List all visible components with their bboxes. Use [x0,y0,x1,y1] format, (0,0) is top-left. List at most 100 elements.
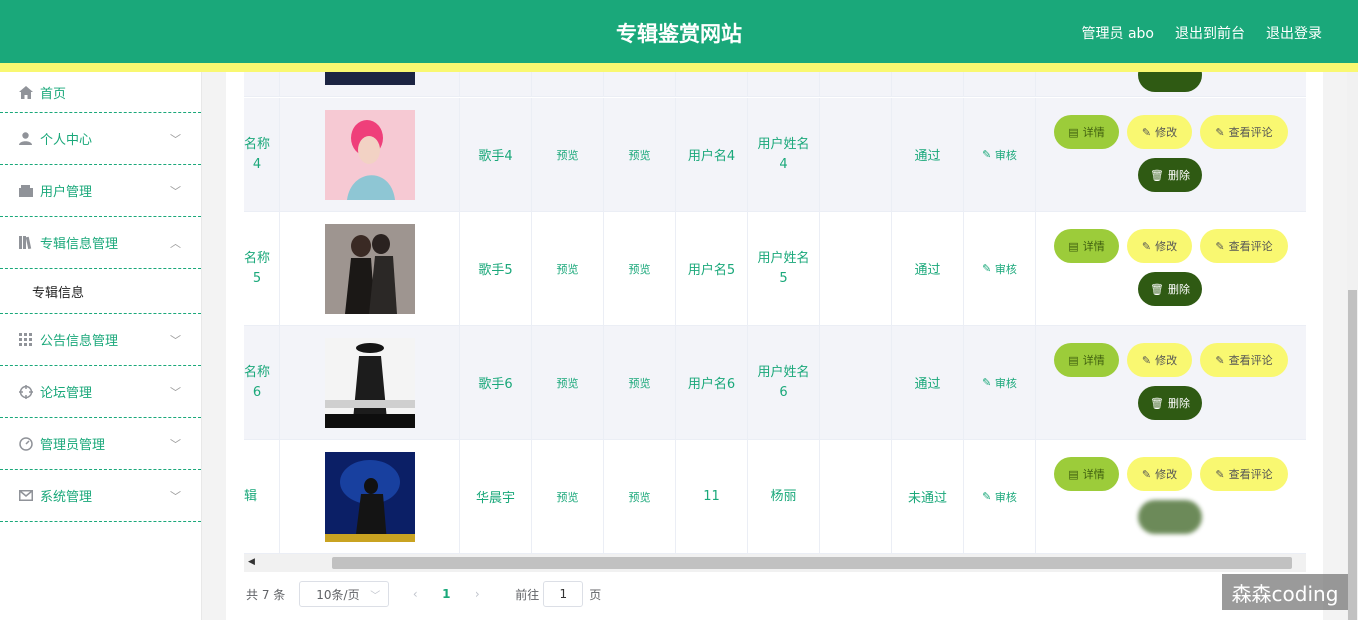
header-stripe [0,63,1358,72]
audit-link[interactable]: ✎ 审核 [964,212,1036,325]
detail-button[interactable]: ▤ 详情 [1054,457,1119,491]
delete-button[interactable] [1138,72,1202,92]
edit-icon: ✎ [1141,125,1152,139]
status-cell: 未通过 [892,440,964,553]
album-name-cell: 名称 6 [244,326,280,439]
preview-link[interactable]: 预览 [604,440,676,553]
sidebar-subitem-album-info[interactable]: 专辑信息 [0,269,201,314]
audit-link[interactable]: ✎ 审核 [964,326,1036,439]
sidebar-item-album-management[interactable]: 专辑信息管理 ︿ [0,217,201,269]
table-row: 名称 6 歌手6 预览 预览 用户名6 用户姓名 6 通过 ✎ 审核 ▤详情 [244,326,1306,440]
vertical-scrollbar[interactable] [1347,72,1358,620]
sidebar-item-label: 个人中心 [40,133,93,148]
sidebar-item-system-management[interactable]: 系统管理 ﹀ [0,470,201,522]
delete-button[interactable] [1138,500,1202,534]
chevron-down-icon: ﹀ [170,385,181,399]
scrollbar-thumb[interactable] [332,557,1292,569]
preview-link[interactable]: 预览 [532,326,604,439]
view-comments-button[interactable]: ✎ 查看评论 [1200,343,1288,377]
header-links: 管理员 abo 退出到前台 退出登录 [1082,23,1322,43]
album-cover-image [324,337,415,428]
audit-link[interactable]: ✎ 审核 [964,98,1036,211]
admin-user-label[interactable]: 管理员 abo [1082,23,1154,43]
page-size-select[interactable]: 10条/页 ﹀ [299,581,390,607]
scrollbar-thumb[interactable] [1348,290,1357,620]
singer-cell: 歌手4 [460,98,532,211]
preview-link[interactable]: 预览 [604,98,676,211]
status-cell: 通过 [892,212,964,325]
audit-link[interactable]: ✎ 审核 [964,440,1036,553]
edit-icon: ✎ [982,262,995,275]
status-cell: 通过 [892,326,964,439]
document-icon: ▤ [1068,353,1079,367]
view-comments-button[interactable]: ✎ 查看评论 [1200,115,1288,149]
page-number[interactable]: 1 [433,587,459,601]
watermark: 森森coding [1222,574,1348,610]
edit-button[interactable]: ✎ 修改 [1127,343,1192,377]
singer-cell: 歌手6 [460,326,532,439]
logout-link[interactable]: 退出登录 [1266,23,1322,43]
goto-label: 前往 [515,587,540,602]
sidebar-item-label: 公告信息管理 [40,334,119,349]
delete-button[interactable]: 🗑 删除 [1138,272,1202,306]
delete-button[interactable]: 🗑 删除 [1138,158,1202,192]
username-cell: 用户名4 [676,98,748,211]
trash-icon: 🗑 [1150,168,1164,182]
sidebar-item-forum-management[interactable]: 论坛管理 ﹀ [0,366,201,418]
edit-icon: ✎ [982,148,995,161]
album-cover-image [324,451,415,542]
sidebar-item-notice-management[interactable]: 公告信息管理 ﹀ [0,314,201,366]
prev-page-icon[interactable]: ‹ [397,587,433,601]
realname-cell: 杨丽 [748,440,820,553]
scroll-left-icon[interactable]: ◀ [248,557,255,567]
view-comments-button[interactable]: ✎ 查看评论 [1200,229,1288,263]
chevron-up-icon: ︿ [170,236,181,250]
detail-button[interactable]: ▤ 详情 [1054,229,1119,263]
sidebar-item-home[interactable]: 首页 [0,72,201,113]
preview-link[interactable]: 预览 [532,98,604,211]
sidebar-item-label: 首页 [40,86,67,102]
detail-button[interactable]: ▤ 详情 [1054,115,1119,149]
document-icon: ▤ [1068,467,1079,481]
user-icon [18,131,33,146]
sidebar-item-label: 专辑信息管理 [40,237,119,252]
album-name-cell: 辑 [244,440,280,553]
edit-button[interactable]: ✎ 修改 [1127,115,1192,149]
preview-link[interactable]: 预览 [604,326,676,439]
library-icon [18,235,33,250]
preview-link[interactable]: 预览 [532,212,604,325]
table-row: 名称 5 歌手5 预览 预览 用户名5 用户姓名 5 通过 ✎ 审核 ▤详情 [244,212,1306,326]
sidebar-item-label: 用户管理 [40,185,93,200]
next-page-icon[interactable]: › [459,587,495,601]
chevron-down-icon: ﹀ [370,590,381,602]
top-header: 专辑鉴赏网站 管理员 abo 退出到前台 退出登录 [0,0,1358,63]
realname-cell: 用户姓名 5 [748,212,820,325]
delete-button[interactable]: 🗑 删除 [1138,386,1202,420]
sidebar-item-personal-center[interactable]: 个人中心 ﹀ [0,113,201,165]
total-count: 共 7 条 [246,587,286,602]
username-cell: 用户名5 [676,212,748,325]
target-icon [18,384,33,399]
preview-link[interactable]: 预览 [532,440,604,553]
exit-to-front-link[interactable]: 退出到前台 [1175,23,1245,43]
edit-icon: ✎ [1141,467,1152,481]
edit-icon: ✎ [1215,239,1225,253]
album-table: 名称 4 歌手4 预览 预览 用户名4 用户姓名 4 通过 ✎ 审核 ▤详情 [244,72,1306,554]
album-name-cell: 名称 5 [244,212,280,325]
pagination: 共 7 条 10条/页 ﹀ ‹ 1 › 前往 1 页 [246,581,601,607]
sidebar-item-user-management[interactable]: 用户管理 ﹀ [0,165,201,217]
view-comments-button[interactable]: ✎ 查看评论 [1200,457,1288,491]
gauge-icon [18,436,33,451]
edit-button[interactable]: ✎ 修改 [1127,457,1192,491]
album-cover-image [324,72,415,85]
home-icon [18,85,33,100]
album-name-cell: 名称 4 [244,98,280,211]
album-cover-image [324,223,415,314]
preview-link[interactable]: 预览 [604,212,676,325]
edit-button[interactable]: ✎ 修改 [1127,229,1192,263]
detail-button[interactable]: ▤ 详情 [1054,343,1119,377]
realname-cell: 用户姓名 6 [748,326,820,439]
sidebar-item-admin-management[interactable]: 管理员管理 ﹀ [0,418,201,470]
horizontal-scrollbar[interactable]: ◀ [244,554,1306,572]
goto-page-input[interactable]: 1 [543,581,584,607]
